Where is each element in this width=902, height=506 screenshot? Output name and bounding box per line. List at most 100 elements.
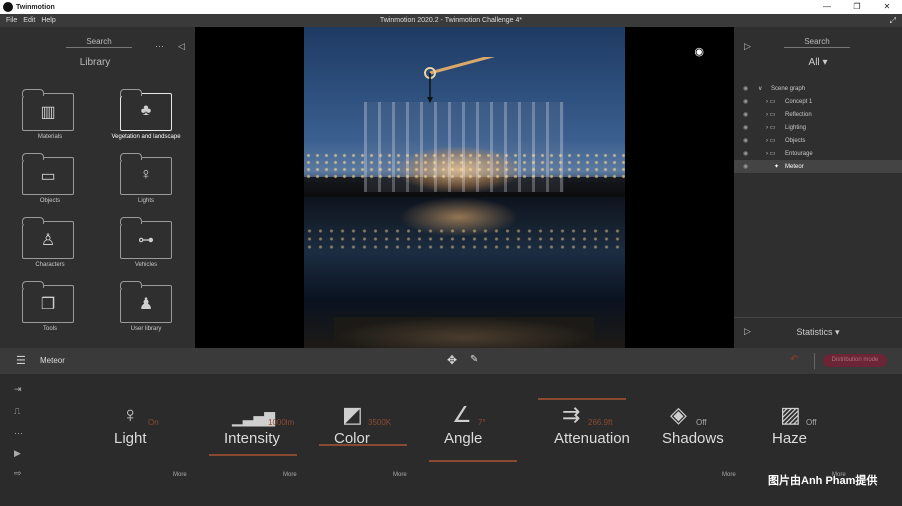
title-bar: Twinmotion — ❐ ✕ (0, 0, 902, 14)
transform-gizmo-icon[interactable] (422, 57, 512, 127)
tree-row-label: Reflection (785, 111, 812, 118)
collapse-right-icon[interactable]: ▷ (744, 41, 751, 52)
library-item-vehicles[interactable]: ⊶ Vehicles (98, 217, 178, 277)
menu-help[interactable]: Help (41, 17, 55, 24)
import-icon[interactable]: ⇥ (14, 384, 22, 395)
property-shadows[interactable]: ◈ Off Shadows (660, 402, 756, 472)
folder-icon: › ▭ (766, 112, 776, 118)
undo-icon[interactable]: ↶ (790, 354, 798, 365)
3d-viewport[interactable]: ◉ (195, 27, 734, 348)
visibility-icon[interactable]: ◉ (743, 111, 748, 118)
tree-row-objects[interactable]: ◉ › ▭ Objects (734, 134, 902, 147)
visibility-icon[interactable]: ◉ (743, 98, 748, 105)
visibility-icon[interactable]: ◉ (743, 163, 748, 170)
library-item-label: Characters (35, 262, 65, 268)
visibility-icon[interactable]: ◉ (743, 137, 748, 144)
tree-row-label: Concept 1 (785, 98, 813, 105)
property-label: Haze (772, 430, 808, 447)
minimize-button[interactable]: — (812, 0, 842, 14)
string-lights (304, 152, 625, 182)
tree-row-lighting[interactable]: ◉ › ▭ Lighting (734, 121, 902, 134)
move-tool-icon[interactable]: ✥ (447, 353, 457, 367)
scene-render[interactable] (304, 27, 625, 348)
property-label: Intensity (224, 430, 280, 447)
animate-icon[interactable]: ⎍ (14, 406, 20, 417)
close-button[interactable]: ✕ (872, 0, 902, 14)
library-item-materials[interactable]: ▥ Materials (0, 89, 80, 149)
fullscreen-icon[interactable]: ⤢ (890, 16, 896, 26)
hamburger-menu-icon[interactable]: ☰ (16, 354, 26, 367)
folder-icon: ▭ (22, 153, 74, 195)
statistics-section[interactable]: ▷ Statistics ▾ (734, 317, 902, 348)
property-attenuation[interactable]: ⇉ 266.9ft Attenuation (538, 398, 648, 472)
lightbulb-icon: ♀ (140, 166, 152, 183)
person-icon: ♙ (40, 232, 56, 249)
folder-icon: ♣ (120, 89, 172, 131)
more-button-shadows[interactable]: More (722, 472, 736, 478)
library-item-label: Materials (37, 134, 63, 140)
maximize-button[interactable]: ❐ (842, 0, 872, 14)
library-item-tools[interactable]: ❒ Tools (0, 281, 80, 341)
property-value: Off (806, 418, 817, 427)
visibility-icon[interactable]: ◉ (743, 150, 748, 157)
tree-row-meteor[interactable]: ◉ ✦ Meteor (734, 160, 902, 173)
pick-tool-icon[interactable]: ✎ (470, 354, 478, 365)
document-title: Twinmotion 2020.2 - Twinmotion Challenge… (379, 17, 523, 24)
property-label: Attenuation (554, 430, 630, 447)
media-icon[interactable]: ▶ (14, 448, 21, 459)
folder-icon: ♀ (120, 153, 172, 195)
attenuation-icon: ⇉ (562, 402, 581, 427)
car-icon: ⊶ (138, 232, 154, 249)
visibility-icon[interactable]: ◉ (743, 85, 748, 92)
property-color[interactable]: ◩ 3500K Color (319, 402, 428, 472)
collapse-left-icon[interactable]: ◁ (178, 41, 185, 52)
library-item-label: Objects (39, 198, 61, 204)
folder-icon: ⊶ (120, 217, 172, 259)
distribution-mode-button[interactable]: Distribution mode (823, 354, 887, 367)
tree-row-label: Entourage (785, 150, 813, 157)
library-item-label: Lights (137, 198, 154, 204)
tree-row-reflection[interactable]: ◉ › ▭ Reflection (734, 108, 902, 121)
light-object-icon: ✦ (774, 164, 780, 170)
more-options-icon[interactable]: ··· (155, 41, 164, 51)
library-item-label: User library (130, 326, 162, 332)
tree-row-label: Objects (785, 137, 806, 144)
path-icon[interactable]: ⋯ (14, 428, 23, 439)
tree-row-label: Scene graph (771, 85, 806, 92)
library-item-lights[interactable]: ♀ Lights (98, 153, 178, 213)
menu-edit[interactable]: Edit (23, 17, 35, 24)
more-button-intensity[interactable]: More (283, 472, 297, 478)
property-haze[interactable]: ▨ Off Haze (770, 402, 866, 472)
active-underline (538, 398, 626, 400)
sofa-icon: ▭ (40, 168, 56, 185)
property-intensity[interactable]: ▁▃▅▇ 1000lm Intensity (209, 402, 318, 472)
visibility-icon[interactable]: ◉ (743, 124, 748, 131)
property-value: On (148, 418, 159, 427)
library-search-input[interactable]: Search (66, 37, 132, 48)
property-light[interactable]: ♀ On Light (112, 402, 208, 472)
eye-icon[interactable]: ◉ (694, 45, 704, 58)
properties-panel: ⇥ ⎍ ⋯ ▶ ⇨ ♀ On Light ▁▃▅▇ 1000lm Intensi… (0, 374, 902, 506)
library-item-objects[interactable]: ▭ Objects (0, 153, 80, 213)
property-label: Light (114, 430, 147, 447)
library-title: Library (79, 57, 111, 68)
expand-icon[interactable]: ∨ (758, 85, 762, 92)
more-button-light[interactable]: More (173, 472, 187, 478)
scene-search-input[interactable]: Search (784, 37, 850, 48)
more-button-color[interactable]: More (393, 472, 407, 478)
property-angle[interactable]: ∠ 7° Angle (429, 402, 538, 472)
tree-row-concept-1[interactable]: ◉ › ▭ Concept 1 (734, 95, 902, 108)
menu-file[interactable]: File (6, 17, 17, 24)
scene-filter-dropdown[interactable]: All ▾ (734, 57, 902, 68)
library-item-characters[interactable]: ♙ Characters (0, 217, 80, 277)
export-icon[interactable]: ⇨ (14, 468, 22, 479)
property-value: 7° (478, 418, 486, 427)
menu-bar: File Edit Help Twinmotion 2020.2 - Twinm… (0, 14, 902, 27)
tree-row-scene-graph[interactable]: ◉ ∨ Scene graph (734, 82, 902, 95)
user-icon: ♟ (138, 296, 154, 313)
library-item-user-library[interactable]: ♟ User library (98, 281, 178, 341)
tree-row-entourage[interactable]: ◉ › ▭ Entourage (734, 147, 902, 160)
library-item-vegetation[interactable]: ♣ Vegetation and landscape (98, 89, 181, 149)
chevron-down-icon: ▾ (822, 57, 828, 68)
fan-deck-icon: ▥ (40, 104, 56, 121)
